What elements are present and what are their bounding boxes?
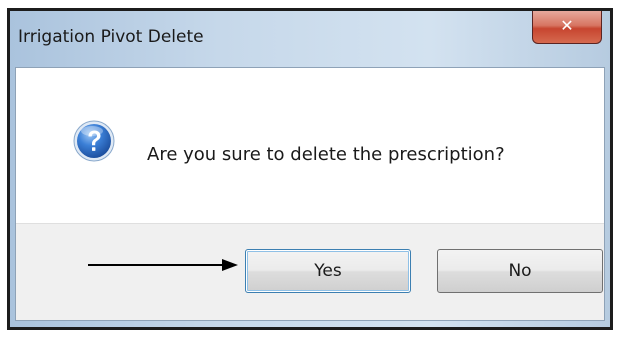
no-button[interactable]: No: [437, 249, 603, 293]
dialog-body: Are you sure to delete the prescription?…: [15, 67, 605, 321]
yes-button[interactable]: Yes: [245, 249, 411, 293]
irrigation-pivot-delete-dialog: Irrigation Pivot Delete ✕ Are you sure t…: [7, 8, 613, 330]
close-button[interactable]: ✕: [532, 11, 602, 44]
window-title: Irrigation Pivot Delete: [18, 27, 204, 47]
close-icon: ✕: [560, 16, 574, 35]
question-icon: [73, 120, 115, 162]
title-bar[interactable]: Irrigation Pivot Delete ✕: [10, 11, 610, 67]
confirmation-message: Are you sure to delete the prescription?: [147, 144, 505, 165]
arrow-pointer-icon: [88, 259, 238, 271]
